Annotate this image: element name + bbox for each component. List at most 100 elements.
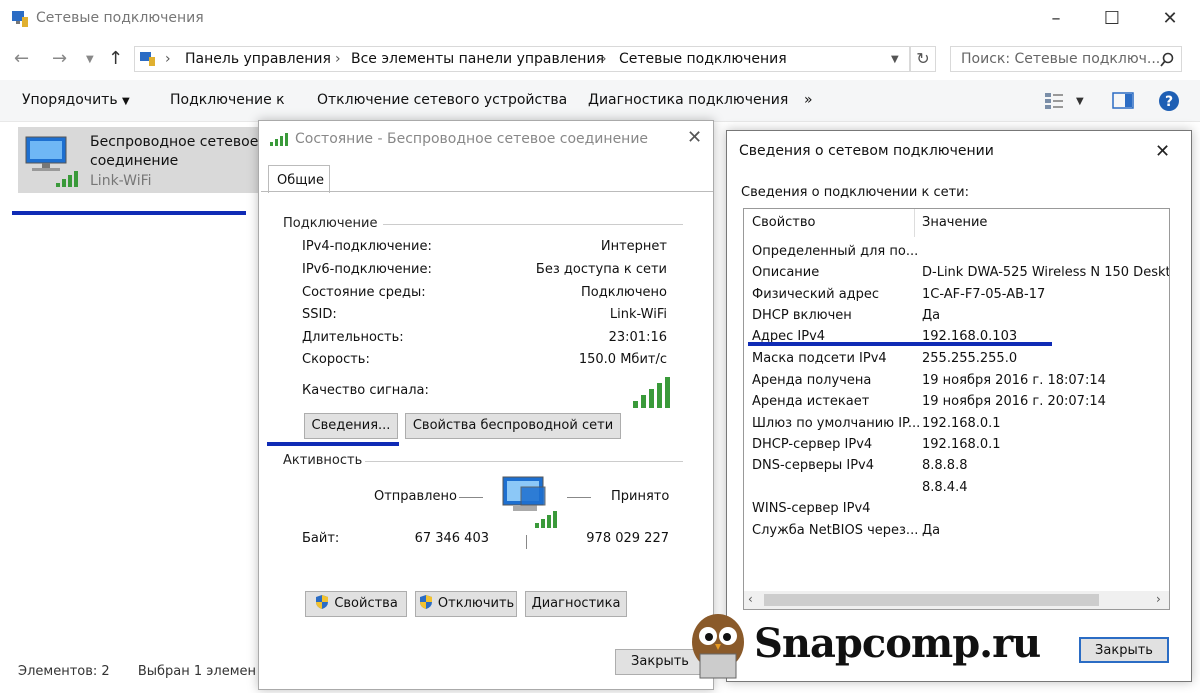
detail-value: 255.255.255.0 <box>922 351 1018 366</box>
divider <box>365 461 683 462</box>
connection-ssid: Link-WiFi <box>90 173 152 189</box>
detail-value: 19 ноября 2016 г. 20:07:14 <box>922 394 1106 409</box>
address-dropdown-icon[interactable]: ▼ <box>891 54 899 65</box>
detail-value: Да <box>922 308 941 323</box>
details-dialog-title: Сведения о сетевом подключении <box>739 143 994 159</box>
tab-general[interactable]: Общие <box>268 165 330 193</box>
detail-property: Шлюз по умолчанию IP... <box>752 416 921 431</box>
ipv6-label: IPv6-подключение: <box>302 262 432 277</box>
chevron-down-icon: ▼ <box>122 96 130 107</box>
network-activity-icon <box>502 476 557 528</box>
bytes-received-value: 978 029 227 <box>586 531 669 546</box>
organize-menu[interactable]: Упорядочить ▼ <box>22 92 130 108</box>
details-list[interactable]: Свойство Значение Определенный для по...… <box>743 208 1170 610</box>
detail-property: DHCP-сервер IPv4 <box>752 437 873 452</box>
detail-property: DNS-серверы IPv4 <box>752 458 875 473</box>
up-arrow-icon[interactable]: ↑ <box>108 48 123 69</box>
ipv6-value: Без доступа к сети <box>535 262 667 277</box>
forward-arrow-icon[interactable]: → <box>52 48 67 69</box>
detail-property: Аренда истекает <box>752 394 870 409</box>
address-row: ← → ▼ ↑ › Панель управления › Все элемен… <box>0 40 1200 78</box>
divider <box>526 535 527 549</box>
signal-quality-label: Качество сигнала: <box>302 383 429 398</box>
speed-label: Скорость: <box>302 352 370 367</box>
disable-device-button[interactable]: Отключение сетевого устройства <box>317 92 567 108</box>
detail-value: 192.168.0.1 <box>922 437 1001 452</box>
status-bar: Элементов: 2 Выбран 1 элемен <box>18 664 256 679</box>
window-title: Сетевые подключения <box>36 10 204 26</box>
status-dialog: Состояние - Беспроводное сетевое соедине… <box>258 120 714 690</box>
search-placeholder: Поиск: Сетевые подключ... <box>961 51 1161 67</box>
breadcrumb-all-items[interactable]: Все элементы панели управления <box>351 51 604 67</box>
detail-property: Определенный для по... <box>752 244 919 259</box>
close-window-button[interactable]: ✕ <box>1150 6 1190 32</box>
breadcrumb-control-panel[interactable]: Панель управления <box>185 51 331 67</box>
detail-value: D-Link DWA-525 Wireless N 150 Desktop <box>922 265 1170 280</box>
highlight-underline <box>748 342 1052 346</box>
view-dropdown-icon[interactable]: ▼ <box>1076 96 1084 107</box>
group-activity-label: Активность <box>283 453 363 468</box>
detail-value: Да <box>922 523 941 538</box>
disable-button[interactable]: Отключить <box>415 591 517 617</box>
minimize-button[interactable]: – <box>1036 6 1076 32</box>
address-bar[interactable]: › Панель управления › Все элементы панел… <box>134 46 910 72</box>
network-connections-icon <box>12 11 28 27</box>
details-button[interactable]: Сведения... <box>304 413 398 439</box>
back-arrow-icon[interactable]: ← <box>14 48 29 69</box>
detail-value: 192.168.0.1 <box>922 416 1001 431</box>
detail-property: Аренда получена <box>752 373 872 388</box>
diagnostics-button[interactable]: Диагностика <box>525 591 627 617</box>
detail-value: 19 ноября 2016 г. 18:07:14 <box>922 373 1106 388</box>
bytes-label: Байт: <box>302 531 340 546</box>
detail-value: 8.8.4.4 <box>922 480 968 495</box>
more-commands-button[interactable]: » <box>804 92 813 108</box>
highlight-underline <box>12 211 246 215</box>
sent-line <box>459 497 483 498</box>
connection-item-wifi[interactable]: Беспроводное сетевое соединение Link-WiF… <box>18 127 262 193</box>
command-bar: Упорядочить ▼ Подключение к Отключение с… <box>0 80 1200 122</box>
bytes-sent-value: 67 346 403 <box>414 531 489 546</box>
detail-property: DHCP включен <box>752 308 852 323</box>
svg-text:?: ? <box>1165 94 1173 110</box>
diagnose-button[interactable]: Диагностика подключения <box>588 92 788 108</box>
shield-icon <box>419 595 432 609</box>
details-subtitle: Сведения о подключении к сети: <box>741 185 969 200</box>
status-dialog-title: Состояние - Беспроводное сетевое соедине… <box>295 131 649 147</box>
column-separator <box>914 209 915 237</box>
horizontal-scrollbar[interactable]: ‹ › <box>744 591 1169 609</box>
items-count: Элементов: 2 <box>18 664 110 679</box>
close-icon[interactable]: ✕ <box>687 127 702 148</box>
scroll-right-icon[interactable]: › <box>1156 592 1161 606</box>
received-line <box>567 497 591 498</box>
breadcrumb-network-connections[interactable]: Сетевые подключения <box>619 51 787 67</box>
control-panel-icon <box>140 52 155 66</box>
wireless-adapter-icon <box>25 136 78 187</box>
signal-strength-icon <box>633 377 670 408</box>
refresh-icon[interactable]: ↻ <box>910 46 936 72</box>
column-header-property[interactable]: Свойство <box>752 215 815 230</box>
scroll-left-icon[interactable]: ‹ <box>748 592 753 606</box>
connect-to-button[interactable]: Подключение к <box>170 92 285 108</box>
properties-button[interactable]: Свойства <box>305 591 407 617</box>
column-header-value[interactable]: Значение <box>922 215 987 230</box>
search-input[interactable]: Поиск: Сетевые подключ... <box>950 46 1182 72</box>
detail-property: Служба NetBIOS через... <box>752 523 919 538</box>
scrollbar-thumb[interactable] <box>764 594 1099 606</box>
wireless-properties-button[interactable]: Свойства беспроводной сети <box>405 413 621 439</box>
detail-property: Маска подсети IPv4 <box>752 351 887 366</box>
detail-property: WINS-сервер IPv4 <box>752 501 871 516</box>
site-watermark: Snapcomp.ru <box>754 620 1041 667</box>
connection-name: Беспроводное сетевое соединение <box>90 134 259 169</box>
ssid-value: Link-WiFi <box>609 307 667 322</box>
maximize-button[interactable]: ☐ <box>1092 6 1132 32</box>
help-icon[interactable]: ? <box>1158 90 1180 112</box>
duration-value: 23:01:16 <box>608 330 667 345</box>
close-icon[interactable]: ✕ <box>1155 141 1170 162</box>
sent-label: Отправлено <box>374 489 457 504</box>
view-options-icon[interactable] <box>1044 91 1066 111</box>
selected-count: Выбран 1 элемен <box>137 664 257 679</box>
details-close-button[interactable]: Закрыть <box>1079 637 1169 663</box>
preview-pane-icon[interactable] <box>1112 91 1134 111</box>
window-titlebar: Сетевые подключения – ☐ ✕ <box>0 0 1200 38</box>
recent-dropdown-icon[interactable]: ▼ <box>86 54 94 65</box>
